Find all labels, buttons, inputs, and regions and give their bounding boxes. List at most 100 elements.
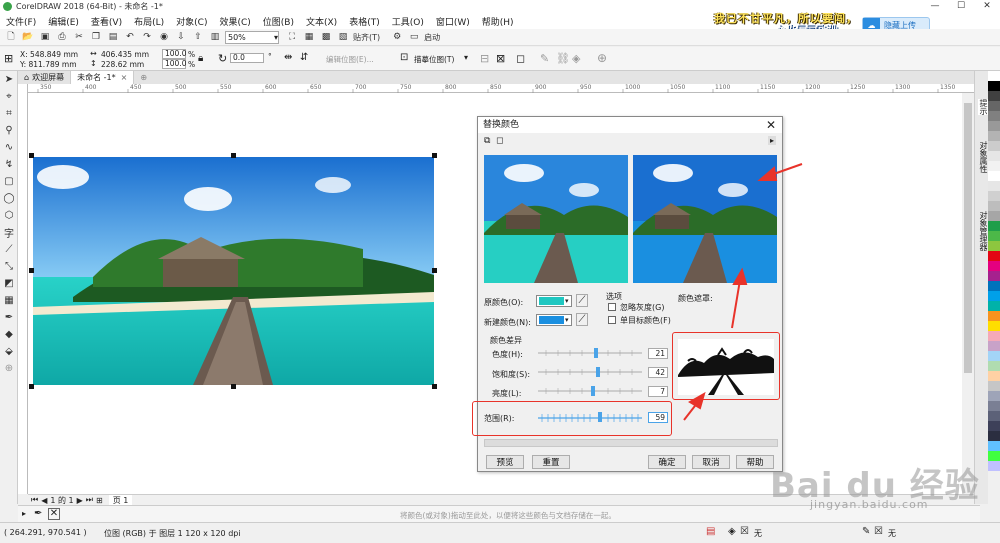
crop-bitmap-icon[interactable]: ⊟ (480, 52, 489, 65)
palette-swatch[interactable] (988, 251, 1000, 261)
selection-handle[interactable] (432, 268, 437, 273)
palette-swatch[interactable] (988, 301, 1000, 311)
palette-arrow-icon[interactable]: ▸ (22, 509, 26, 518)
maximize-button[interactable]: ☐ (948, 0, 974, 13)
new-document-icon[interactable]: 🗋 (4, 31, 18, 44)
original-eyedropper-icon[interactable]: ⟋ (576, 294, 588, 307)
palette-swatch[interactable] (988, 241, 1000, 251)
palette-swatch[interactable] (988, 191, 1000, 201)
cancel-button[interactable]: 取消 (692, 455, 730, 469)
menu-view[interactable]: 查看(V) (91, 15, 122, 28)
palette-swatch[interactable] (988, 101, 1000, 111)
reset-button[interactable]: 重置 (532, 455, 570, 469)
tab-close-icon[interactable]: × (121, 71, 128, 84)
transparency-tool-icon[interactable]: ▦ (0, 292, 18, 309)
first-page-icon[interactable]: ⏮ (31, 495, 38, 505)
palette-swatch[interactable] (988, 91, 1000, 101)
palette-swatch[interactable] (988, 321, 1000, 331)
lightness-slider[interactable] (538, 386, 642, 396)
menu-object[interactable]: 对象(C) (176, 15, 207, 28)
palette-swatch[interactable] (988, 271, 1000, 281)
menu-table[interactable]: 表格(T) (349, 15, 380, 28)
color-proof-icon[interactable]: ▤ (706, 526, 715, 537)
single-preview-toggle-icon[interactable]: ◻ (496, 136, 503, 146)
grid-icon[interactable]: ▩ (319, 31, 333, 44)
eyedropper-tool-icon[interactable]: ✒ (0, 309, 18, 326)
scale-y-field[interactable]: 100.0 (162, 59, 186, 69)
save-icon[interactable]: ▣ (38, 31, 52, 44)
eyedropper-icon[interactable]: ✒ (34, 508, 42, 519)
horizontal-ruler[interactable]: 350 400 450 500 550 600 650 700 750 800 … (28, 84, 974, 93)
crop-tool-icon[interactable]: ⌗ (0, 105, 18, 122)
palette-swatch[interactable] (988, 121, 1000, 131)
rectangle-tool-icon[interactable]: ▢ (0, 173, 18, 190)
palette-swatch[interactable] (988, 371, 1000, 381)
palette-swatch[interactable] (988, 211, 1000, 221)
palette-swatch[interactable] (988, 151, 1000, 161)
palette-swatch[interactable] (988, 461, 1000, 471)
drop-shadow-tool-icon[interactable]: ◩ (0, 275, 18, 292)
tab-welcome-screen[interactable]: ⌂ 欢迎屏幕 (18, 71, 72, 84)
dialog-close-icon[interactable]: ✕ (766, 117, 776, 133)
add-tool-icon[interactable]: ⊕ (0, 360, 18, 377)
full-screen-icon[interactable]: ⛶ (285, 31, 299, 44)
height-field[interactable]: 228.62 mm (101, 60, 144, 69)
open-folder-icon[interactable]: 📂 (21, 31, 35, 44)
palette-swatch[interactable] (988, 431, 1000, 441)
palette-swatch[interactable] (988, 111, 1000, 121)
trace-bitmap-dropdown-icon[interactable]: ▾ (464, 53, 468, 62)
close-window-button[interactable]: ✕ (974, 0, 1000, 13)
menu-file[interactable]: 文件(F) (6, 15, 36, 28)
launch-icon[interactable]: ▭ (407, 31, 421, 44)
vertical-ruler[interactable] (18, 84, 28, 494)
saturation-slider[interactable] (538, 367, 642, 377)
edit-bitmap-icon[interactable]: ✎ (540, 52, 549, 65)
export-icon[interactable]: ⇧ (191, 31, 205, 44)
palette-swatch[interactable] (988, 411, 1000, 421)
options-gear-icon[interactable]: ⚙ (390, 31, 404, 44)
palette-swatch[interactable] (988, 231, 1000, 241)
ok-button[interactable]: 确定 (648, 455, 686, 469)
palette-swatch[interactable] (988, 311, 1000, 321)
selection-handle[interactable] (231, 153, 236, 158)
selection-handle[interactable] (29, 384, 34, 389)
print-icon[interactable]: ⎙ (55, 31, 69, 44)
scale-x-field[interactable]: 100.0 (162, 49, 186, 59)
next-page-icon[interactable]: ▶ (77, 496, 83, 505)
tab-untitled-1[interactable]: 未命名 -1* × (71, 71, 135, 84)
interactive-fill-tool-icon[interactable]: ◆ (0, 326, 18, 343)
undo-icon[interactable]: ↶ (123, 31, 137, 44)
menu-bitmaps[interactable]: 位图(B) (263, 15, 294, 28)
menu-window[interactable]: 窗口(W) (436, 15, 470, 28)
range-slider[interactable] (538, 412, 642, 422)
cut-icon[interactable]: ✂ (72, 31, 86, 44)
import-icon[interactable]: ⇩ (174, 31, 188, 44)
trace-bitmap-icon[interactable]: ⊡ (400, 52, 408, 63)
palette-swatch[interactable] (988, 381, 1000, 391)
snap-to-label[interactable]: 贴齐(T) (353, 31, 380, 44)
selection-handle[interactable] (231, 384, 236, 389)
mirror-horizontal-icon[interactable]: ⇹ (284, 52, 292, 63)
palette-swatch[interactable] (988, 401, 1000, 411)
minimize-button[interactable]: — (922, 0, 948, 13)
outline-pen-icon[interactable]: ✎ (862, 526, 870, 537)
palette-swatch[interactable] (988, 161, 1000, 171)
smart-draw-tool-icon[interactable]: ↯ (0, 156, 18, 173)
selection-handle[interactable] (29, 153, 34, 158)
corel-connect-icon[interactable]: ◉ (157, 31, 171, 44)
parallel-dimension-tool-icon[interactable]: ⟋ (0, 241, 18, 258)
preview-window-toggle-icon[interactable]: ⧉ (484, 136, 490, 146)
pick-tool-icon[interactable]: ➤ (0, 71, 18, 88)
color-mode-icon[interactable]: ◈ (572, 52, 580, 65)
palette-swatch[interactable] (988, 221, 1000, 231)
add-icon[interactable]: ⊕ (597, 51, 607, 65)
palette-swatch[interactable] (988, 291, 1000, 301)
lock-ratio-icon[interactable]: 🔒︎ (198, 53, 203, 64)
freehand-tool-icon[interactable]: ∿ (0, 139, 18, 156)
edit-bitmap-button[interactable]: 编辑位图(E)... (326, 54, 374, 65)
menu-help[interactable]: 帮助(H) (482, 15, 514, 28)
text-tool-icon[interactable]: 字 (0, 224, 18, 241)
redo-icon[interactable]: ↷ (140, 31, 154, 44)
rulers-icon[interactable]: ▦ (302, 31, 316, 44)
resample-icon[interactable]: ⊠ (496, 52, 505, 65)
